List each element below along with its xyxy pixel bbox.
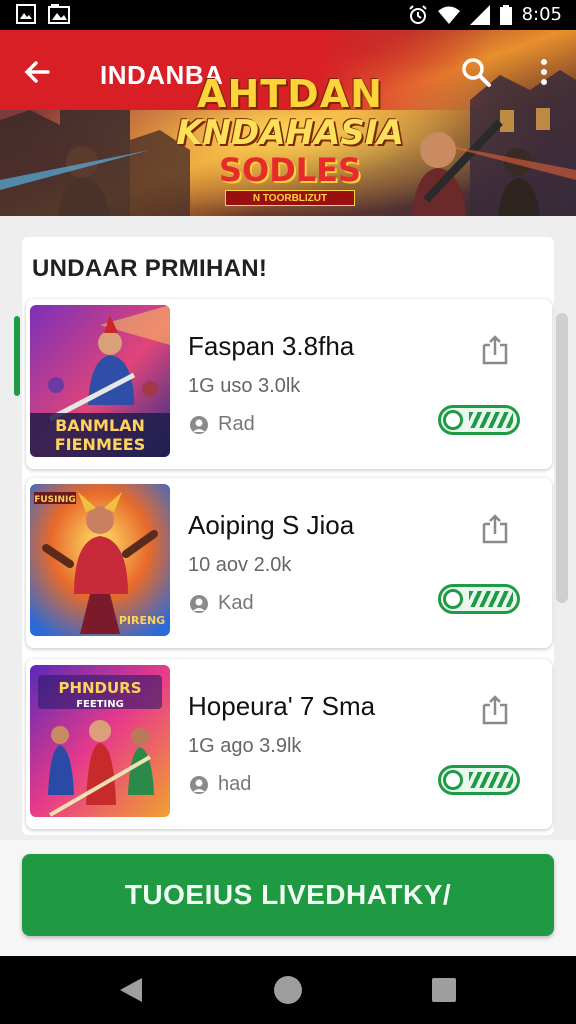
game-thumbnail: BANMLAN FIENMEES xyxy=(30,305,170,457)
thumb-caption: FUSINIG xyxy=(34,495,76,505)
section-title: UNDAAR PRMIHAN! xyxy=(32,255,268,282)
status-icon xyxy=(190,415,208,434)
status-icon xyxy=(190,594,208,613)
toggle-knob xyxy=(443,410,463,430)
back-arrow-icon[interactable] xyxy=(18,52,58,92)
toggle-track xyxy=(469,412,513,428)
toggle-knob xyxy=(443,589,463,609)
thumb-caption: PHNDURS xyxy=(58,679,141,697)
item-meta: 1G uso 3.0lk xyxy=(188,375,301,397)
toggle-knob xyxy=(443,770,463,790)
thumb-caption: FEETING xyxy=(76,699,124,710)
item-meta: 10 aov 2.0k xyxy=(188,554,292,576)
logo-line-2: KNDAHASIA xyxy=(176,113,404,153)
toggle-track xyxy=(469,772,513,788)
item-status-label: Rad xyxy=(218,413,255,435)
game-thumbnail: PHNDURS FEETING xyxy=(30,665,170,817)
battery-icon xyxy=(499,4,512,25)
game-thumbnail: FUSINIG PIRENG xyxy=(30,484,170,636)
item-status-label: Kad xyxy=(218,592,254,614)
install-toggle[interactable] xyxy=(438,584,520,614)
nav-recents-icon[interactable] xyxy=(432,978,456,1002)
logo-tagline: N TOORBLIZUT xyxy=(225,190,355,206)
item-status-label: had xyxy=(218,773,252,795)
signal-icon xyxy=(469,4,490,25)
header-banner: INDANBA AHTDAN KNDAHASIA SODLES N TOORBL… xyxy=(0,30,576,216)
toggle-track xyxy=(469,591,513,607)
logo-line-3: SODLES xyxy=(218,151,362,189)
list-item[interactable]: FUSINIG PIRENG Aoiping S Jioa 10 aov 2.0… xyxy=(26,478,552,648)
system-nav-bar xyxy=(0,956,576,1024)
status-bar: 8:05 xyxy=(0,0,576,30)
image-icon xyxy=(48,4,70,24)
item-status: Rad xyxy=(188,413,255,436)
logo-line-1: AHTDAN xyxy=(197,72,383,116)
gallery-icon xyxy=(16,4,36,24)
scrollbar[interactable] xyxy=(556,313,568,603)
share-icon[interactable] xyxy=(480,512,510,544)
item-status: had xyxy=(188,773,251,796)
search-icon[interactable] xyxy=(456,52,496,92)
item-title: Aoiping S Jioa xyxy=(188,510,355,540)
item-meta: 1G ago 3.9lk xyxy=(188,735,302,757)
selection-indicator xyxy=(14,316,20,396)
status-time: 8:05 xyxy=(521,4,562,25)
thumb-caption: FIENMEES xyxy=(55,435,146,454)
nav-back-icon[interactable] xyxy=(118,976,144,1004)
item-title: Faspan 3.8fha xyxy=(188,331,355,361)
more-vert-icon[interactable] xyxy=(530,52,558,92)
thumb-caption: BANMLAN xyxy=(55,416,145,435)
item-status: Kad xyxy=(188,592,254,615)
list-item[interactable]: PHNDURS FEETING Hopeura' 7 Sma 1G ago 3.… xyxy=(26,659,552,829)
list-item[interactable]: BANMLAN FIENMEES Faspan 3.8fha 1G uso 3.… xyxy=(26,299,552,469)
status-icon xyxy=(190,775,208,794)
thumb-caption: PIRENG xyxy=(119,614,165,627)
share-icon[interactable] xyxy=(480,693,510,725)
install-toggle[interactable] xyxy=(438,405,520,435)
share-icon[interactable] xyxy=(480,333,510,365)
item-title: Hopeura' 7 Sma xyxy=(188,691,376,721)
alarm-icon xyxy=(408,4,427,24)
wifi-icon xyxy=(437,6,460,24)
install-toggle[interactable] xyxy=(438,765,520,795)
primary-action-button[interactable]: TUOEIUS LIVEDHATKY/ xyxy=(22,854,554,936)
nav-home-icon[interactable] xyxy=(274,976,302,1004)
game-logo: AHTDAN KNDAHASIA SODLES N TOORBLIZUT xyxy=(150,74,430,206)
